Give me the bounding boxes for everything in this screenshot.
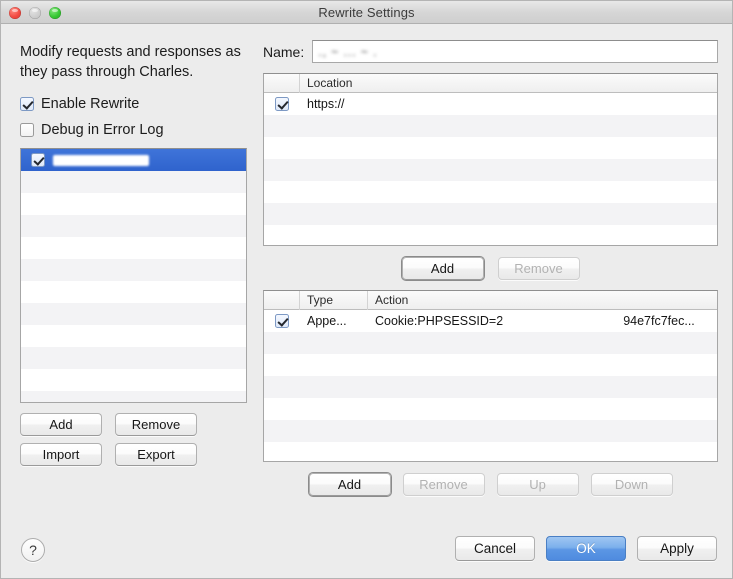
title-bar: Rewrite Settings [1, 1, 732, 24]
footer-buttons: Cancel OK Apply [455, 536, 717, 561]
list-item[interactable] [21, 303, 246, 325]
action-value-prefix: Cookie:PHPSESSID=2 [375, 314, 504, 328]
table-row[interactable]: https:// [264, 93, 717, 115]
enable-rewrite-checkbox[interactable] [20, 97, 34, 111]
name-field-row: Name: ., ~ ... ~ . [263, 40, 718, 63]
table-row[interactable] [264, 203, 717, 225]
location-col-header: Location [307, 76, 353, 90]
description-text: Modify requests and responses as they pa… [20, 44, 241, 80]
import-rules-button[interactable]: Import [20, 443, 102, 466]
list-item[interactable] [21, 171, 246, 193]
location-table[interactable]: Location https:// [263, 73, 718, 246]
move-action-up-button: Up [496, 473, 579, 496]
table-row[interactable] [264, 376, 717, 398]
name-input[interactable]: ., ~ ... ~ . [312, 40, 718, 63]
maximize-window-button[interactable] [49, 7, 61, 19]
rewrite-settings-dialog: Rewrite Settings Modify requests and res… [0, 0, 733, 579]
list-item[interactable] [21, 369, 246, 391]
table-row[interactable] [264, 181, 717, 203]
add-rule-button[interactable]: Add [20, 413, 102, 436]
enable-rewrite-row[interactable]: Enable Rewrite [20, 96, 257, 112]
location-value-redacted [346, 98, 537, 110]
list-item[interactable] [21, 325, 246, 347]
rule-enabled-checkbox[interactable] [31, 153, 45, 167]
location-value-cell: https:// [300, 93, 717, 115]
window-controls [9, 7, 61, 19]
type-col-header: Type [300, 291, 368, 310]
list-item[interactable] [21, 347, 246, 369]
list-item[interactable] [21, 193, 246, 215]
left-panel: Modify requests and responses as they pa… [1, 24, 257, 578]
action-table[interactable]: Type Action Appe... Cookie:PHPSESSID=2 9… [263, 290, 718, 462]
table-row[interactable] [264, 225, 717, 245]
table-row[interactable] [264, 420, 717, 442]
export-rules-button[interactable]: Export [115, 443, 197, 466]
location-table-header: Location [264, 74, 717, 93]
rule-name-redacted [53, 154, 149, 166]
action-enabled-checkbox[interactable] [275, 314, 289, 328]
location-buttons: Add Remove [263, 257, 718, 280]
debug-error-log-checkbox[interactable] [20, 123, 34, 137]
list-item[interactable] [21, 259, 246, 281]
action-table-header: Type Action [264, 291, 717, 310]
rewrite-rule-list[interactable] [20, 148, 247, 403]
table-row[interactable] [264, 332, 717, 354]
help-icon[interactable]: ? [21, 538, 45, 562]
move-action-down-button: Down [590, 473, 673, 496]
action-row-checkbox-cell[interactable] [264, 310, 300, 332]
table-row[interactable] [264, 398, 717, 420]
action-type-cell: Appe... [307, 314, 347, 328]
apply-button[interactable]: Apply [637, 536, 717, 561]
list-item[interactable] [21, 391, 246, 402]
right-panel: Name: ., ~ ... ~ . Location https:// Add… [259, 24, 732, 578]
cancel-button[interactable]: Cancel [455, 536, 535, 561]
table-row[interactable] [264, 115, 717, 137]
location-col-checkbox-header [264, 74, 300, 93]
enable-rewrite-label: Enable Rewrite [41, 96, 140, 112]
list-item[interactable] [21, 149, 246, 171]
location-enabled-checkbox[interactable] [275, 97, 289, 111]
debug-error-log-row[interactable]: Debug in Error Log [20, 122, 257, 138]
list-item[interactable] [21, 215, 246, 237]
action-col-checkbox-header [264, 291, 300, 310]
location-row-checkbox-cell[interactable] [264, 93, 300, 115]
remove-location-button: Remove [497, 257, 580, 280]
remove-rule-button[interactable]: Remove [115, 413, 197, 436]
add-location-button[interactable]: Add [401, 257, 484, 280]
add-action-button[interactable]: Add [308, 473, 391, 496]
table-row[interactable] [264, 137, 717, 159]
minimize-window-button[interactable] [29, 7, 41, 19]
rule-buttons-row-2: Import Export [20, 443, 247, 466]
remove-action-button: Remove [402, 473, 485, 496]
name-label: Name: [263, 43, 305, 60]
rule-list-buttons: Add Remove Import Export [20, 413, 247, 466]
action-value-cell: Cookie:PHPSESSID=2 94e7fc7fec... [368, 310, 717, 332]
location-value: https:// [307, 97, 345, 111]
close-window-button[interactable] [9, 7, 21, 19]
list-item[interactable] [21, 281, 246, 303]
table-row[interactable] [264, 159, 717, 181]
action-value-suffix: 94e7fc7fec... [623, 314, 695, 328]
dialog-footer: ? Cancel OK Apply [1, 526, 732, 578]
rule-buttons-row-1: Add Remove [20, 413, 247, 436]
debug-error-log-label: Debug in Error Log [41, 122, 164, 138]
action-buttons: Add Remove Up Down [263, 473, 718, 496]
list-item[interactable] [21, 237, 246, 259]
action-value-redacted [503, 315, 624, 327]
action-col-header: Action [375, 293, 409, 307]
window-title: Rewrite Settings [318, 4, 415, 20]
name-value-redacted: ., ~ ... ~ . [318, 44, 378, 59]
ok-button[interactable]: OK [546, 536, 626, 561]
table-row[interactable] [264, 354, 717, 376]
table-row[interactable]: Appe... Cookie:PHPSESSID=2 94e7fc7fec... [264, 310, 717, 332]
dialog-content: Modify requests and responses as they pa… [1, 24, 732, 578]
table-row[interactable] [264, 442, 717, 461]
